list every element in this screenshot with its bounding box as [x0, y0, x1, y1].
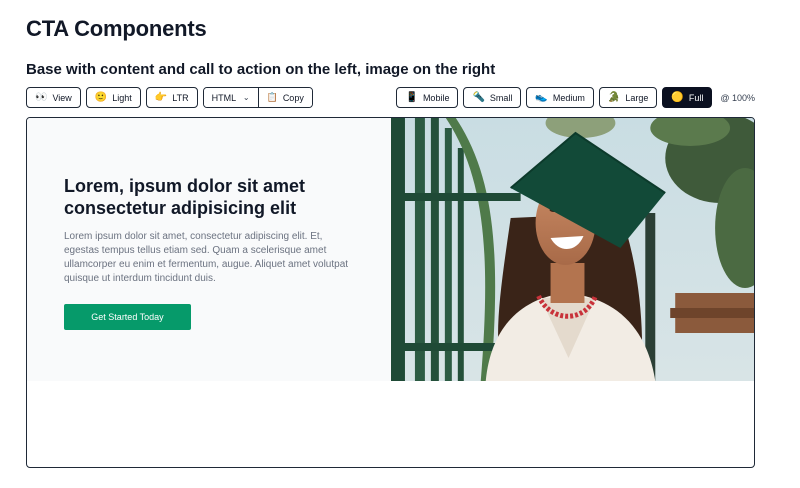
shoe-icon: 👟	[535, 91, 548, 103]
flashlight-icon: 🔦	[472, 91, 485, 103]
size-small-button[interactable]: 🔦 Small	[463, 87, 522, 108]
crocodile-icon: 🐊	[607, 91, 621, 103]
format-select[interactable]: HTML ⌄	[203, 88, 258, 107]
size-mobile-button[interactable]: 📱 Mobile	[396, 87, 459, 108]
pointing-hand-icon: 👉	[154, 91, 168, 103]
preview-frame: Lorem, ipsum dolor sit amet consectetur …	[26, 117, 755, 468]
size-medium-label: Medium	[552, 92, 585, 103]
section-title: Base with content and call to action on …	[26, 61, 496, 78]
format-select-value: HTML	[211, 92, 237, 103]
cta-section: Lorem, ipsum dolor sit amet consectetur …	[27, 118, 754, 381]
cta-text: Lorem ipsum dolor sit amet, consectetur …	[64, 231, 349, 284]
theme-button[interactable]: 🙂 Light	[85, 87, 141, 108]
size-large-button[interactable]: 🐊 Large	[598, 87, 658, 108]
page-title: CTA Components	[26, 16, 207, 41]
size-small-label: Small	[489, 92, 513, 103]
toolbar-right: 📱 Mobile 🔦 Small 👟 Medium 🐊 Large 🟡 Full…	[396, 87, 755, 108]
toolbar: 👀 View 🙂 Light 👉 LTR HTML ⌄ 📋 Copy 📱 Mob…	[26, 87, 755, 108]
get-started-button[interactable]: Get Started Today	[64, 304, 191, 330]
smiley-icon: 🙂	[94, 91, 108, 103]
cta-image	[391, 118, 754, 381]
theme-label: Light	[112, 92, 132, 103]
zoom-level: @ 100%	[720, 92, 755, 103]
view-button[interactable]: 👀 View	[26, 87, 81, 108]
code-group: HTML ⌄ 📋 Copy	[202, 87, 313, 108]
cta-content: Lorem, ipsum dolor sit amet consectetur …	[27, 118, 391, 381]
direction-button[interactable]: 👉 LTR	[145, 87, 198, 108]
size-medium-button[interactable]: 👟 Medium	[526, 87, 594, 108]
cta-heading: Lorem, ipsum dolor sit amet consectetur …	[64, 176, 306, 218]
copy-button[interactable]: 📋 Copy	[257, 88, 312, 107]
eyes-icon: 👀	[35, 91, 48, 103]
copy-label: Copy	[282, 92, 304, 103]
phone-icon: 📱	[405, 91, 418, 103]
direction-label: LTR	[172, 92, 189, 103]
size-large-label: Large	[625, 92, 649, 103]
view-label: View	[52, 92, 72, 103]
size-full-button[interactable]: 🟡 Full	[662, 87, 713, 108]
graduate-photo	[391, 118, 754, 381]
toolbar-left: 👀 View 🙂 Light 👉 LTR HTML ⌄ 📋 Copy	[26, 87, 313, 108]
size-full-label: Full	[688, 92, 704, 103]
clipboard-icon: 📋	[266, 92, 278, 102]
yellow-circle-icon: 🟡	[671, 91, 684, 103]
size-mobile-label: Mobile	[422, 92, 450, 103]
chevron-down-icon: ⌄	[242, 93, 250, 102]
